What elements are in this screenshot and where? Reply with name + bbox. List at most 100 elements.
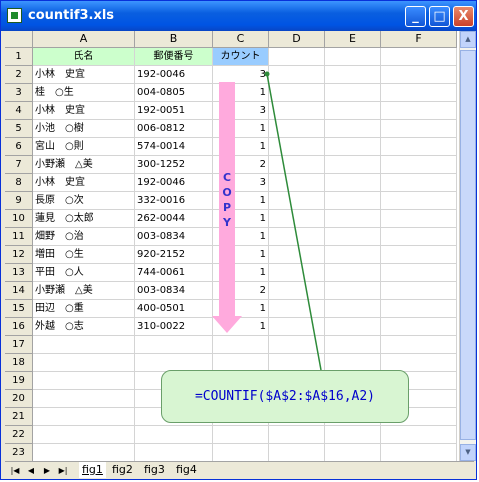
cell-f[interactable] <box>381 282 457 300</box>
cell-d[interactable] <box>269 336 325 354</box>
last-sheet-icon[interactable]: ▶| <box>57 464 69 477</box>
cell-f[interactable] <box>381 66 457 84</box>
cell-d[interactable] <box>269 426 325 444</box>
cell-f[interactable] <box>381 156 457 174</box>
row-header[interactable]: 6 <box>5 138 33 156</box>
cell-e[interactable] <box>325 102 381 120</box>
cell-a[interactable] <box>33 444 135 461</box>
cell-e[interactable] <box>325 282 381 300</box>
column-header-a[interactable]: A <box>33 31 135 48</box>
cell-e[interactable] <box>325 210 381 228</box>
cell-c[interactable]: 1 <box>213 228 269 246</box>
cell-a[interactable]: 外越 ○志 <box>33 318 135 336</box>
cell-e[interactable] <box>325 120 381 138</box>
cell-d[interactable] <box>269 318 325 336</box>
row-header[interactable]: 13 <box>5 264 33 282</box>
first-sheet-icon[interactable]: |◀ <box>9 464 21 477</box>
cell-a[interactable]: 小池 ○樹 <box>33 120 135 138</box>
cell-b[interactable]: 192-0046 <box>135 66 213 84</box>
cell-d[interactable] <box>269 66 325 84</box>
cell-b[interactable]: 003-0834 <box>135 282 213 300</box>
cell-f[interactable] <box>381 138 457 156</box>
cell-d[interactable] <box>269 444 325 461</box>
cell-c[interactable]: 1 <box>213 84 269 102</box>
cell-a[interactable] <box>33 336 135 354</box>
row-header[interactable]: 21 <box>5 408 33 426</box>
row-header[interactable]: 5 <box>5 120 33 138</box>
cell-b[interactable]: 310-0022 <box>135 318 213 336</box>
cell-d[interactable] <box>269 102 325 120</box>
row-header[interactable]: 22 <box>5 426 33 444</box>
scroll-up-icon[interactable]: ▲ <box>460 31 476 48</box>
row-header[interactable]: 3 <box>5 84 33 102</box>
scroll-thumb[interactable] <box>460 50 476 440</box>
cell-d[interactable] <box>269 192 325 210</box>
cell-a[interactable] <box>33 426 135 444</box>
cell-d[interactable] <box>269 246 325 264</box>
cell-f[interactable] <box>381 174 457 192</box>
prev-sheet-icon[interactable]: ◀ <box>25 464 37 477</box>
cell-a[interactable] <box>33 354 135 372</box>
column-header-d[interactable]: D <box>269 31 325 48</box>
vertical-scrollbar[interactable]: ▲ ▼ <box>459 31 476 461</box>
row-header[interactable]: 4 <box>5 102 33 120</box>
cell-b[interactable]: 920-2152 <box>135 246 213 264</box>
row-header[interactable]: 2 <box>5 66 33 84</box>
cell-a[interactable] <box>33 408 135 426</box>
row-header[interactable]: 17 <box>5 336 33 354</box>
close-button[interactable]: X <box>453 6 474 27</box>
cell-d[interactable] <box>269 84 325 102</box>
row-header[interactable]: 15 <box>5 300 33 318</box>
sheet-tab-fig3[interactable]: fig3 <box>141 462 168 478</box>
cell-d[interactable] <box>269 138 325 156</box>
title-bar[interactable]: countif3.xls _ □ X <box>1 1 476 31</box>
column-header-b[interactable]: B <box>135 31 213 48</box>
cell-c[interactable]: 1 <box>213 300 269 318</box>
cell-a[interactable]: 蓮見 ○太郎 <box>33 210 135 228</box>
cell-f[interactable] <box>381 48 457 66</box>
cell-f[interactable] <box>381 444 457 461</box>
cell-a[interactable]: 小野瀬 △美 <box>33 282 135 300</box>
cell-a[interactable]: 氏名 <box>33 48 135 66</box>
cell-f[interactable] <box>381 336 457 354</box>
cell-f[interactable] <box>381 318 457 336</box>
cell-f[interactable] <box>381 120 457 138</box>
cell-c[interactable] <box>213 426 269 444</box>
cell-c[interactable] <box>213 336 269 354</box>
row-header[interactable]: 11 <box>5 228 33 246</box>
cell-e[interactable] <box>325 264 381 282</box>
cell-a[interactable]: 平田 ○人 <box>33 264 135 282</box>
cell-a[interactable]: 小林 史宜 <box>33 174 135 192</box>
row-header[interactable]: 8 <box>5 174 33 192</box>
row-header[interactable]: 20 <box>5 390 33 408</box>
row-header[interactable]: 9 <box>5 192 33 210</box>
cell-c[interactable]: 2 <box>213 282 269 300</box>
column-header-e[interactable]: E <box>325 31 381 48</box>
cell-d[interactable] <box>269 156 325 174</box>
cell-b[interactable] <box>135 426 213 444</box>
cell-b[interactable]: 192-0046 <box>135 174 213 192</box>
cell-c[interactable]: 1 <box>213 120 269 138</box>
cell-b[interactable]: 006-0812 <box>135 120 213 138</box>
cell-d[interactable] <box>269 228 325 246</box>
cell-e[interactable] <box>325 138 381 156</box>
cell-e[interactable] <box>325 336 381 354</box>
sheet-tab-fig1[interactable]: fig1 <box>79 462 106 478</box>
cell-f[interactable] <box>381 228 457 246</box>
cell-b[interactable]: 300-1252 <box>135 156 213 174</box>
cell-b[interactable]: 郵便番号 <box>135 48 213 66</box>
cell-d[interactable] <box>269 264 325 282</box>
cell-d[interactable] <box>269 120 325 138</box>
cell-f[interactable] <box>381 246 457 264</box>
column-header-f[interactable]: F <box>381 31 457 48</box>
select-all-corner[interactable] <box>5 31 33 48</box>
cell-c[interactable]: 3 <box>213 66 269 84</box>
scroll-down-icon[interactable]: ▼ <box>460 444 476 461</box>
cell-a[interactable]: 小林 史宜 <box>33 102 135 120</box>
cell-c[interactable]: 1 <box>213 138 269 156</box>
cell-e[interactable] <box>325 300 381 318</box>
cell-c[interactable]: 1 <box>213 246 269 264</box>
cell-c[interactable]: 1 <box>213 318 269 336</box>
cell-c[interactable]: 1 <box>213 264 269 282</box>
cell-b[interactable]: 744-0061 <box>135 264 213 282</box>
